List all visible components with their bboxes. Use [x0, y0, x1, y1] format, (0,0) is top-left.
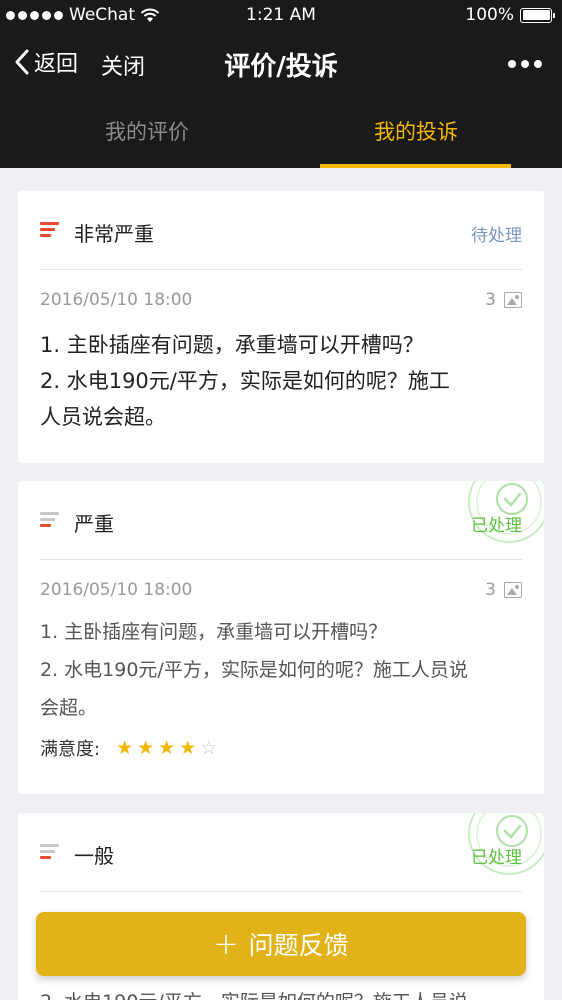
severity-icon [40, 844, 59, 860]
complaint-date: 2016/05/10 18:00 [40, 290, 193, 310]
battery-icon [520, 7, 555, 23]
status-badge: 待处理 [471, 226, 522, 246]
divider [40, 559, 522, 560]
star-filled-icon: ★ [137, 737, 155, 759]
feedback-button-label: 问题反馈 [248, 931, 349, 960]
plus-icon: + [213, 926, 239, 962]
severity-label: 严重 [74, 512, 114, 536]
description-line: 会超。 [40, 697, 98, 719]
complaint-card[interactable]: 严重 已处理 2016/05/10 18:00 3 1. 主卧插座有问题，承重墙… [18, 481, 544, 794]
navigation-bar: 返回 关闭 评价/投诉 [0, 32, 562, 96]
divider [40, 269, 522, 270]
complaint-card-header: 一般 已处理 [18, 813, 544, 891]
image-icon [504, 582, 522, 598]
status-bar: WeChat 1:21 AM 100% [0, 0, 562, 32]
severity-label: 一般 [74, 844, 114, 868]
description-line: 2. 水电190元/平方，实际是如何的呢？施工 [40, 369, 450, 393]
star-filled-icon: ★ [179, 737, 197, 759]
complaint-card[interactable]: 非常严重 待处理 2016/05/10 18:00 3 1. 主卧插座有问题，承… [18, 191, 544, 463]
status-badge: 已处理 [471, 516, 522, 536]
description-line: 2. 水电190元/平方，实际是如何的呢？施工人员说 [40, 659, 468, 681]
description-line: 人员说会超。 [40, 405, 166, 429]
satisfaction-rating: 满意度: ★ ★ ★ ★ ☆ [40, 735, 221, 761]
more-options-icon[interactable] [508, 60, 542, 68]
image-count[interactable]: 3 [485, 580, 522, 600]
page-title: 评价/投诉 [224, 52, 338, 82]
tab-bar: 我的评价 我的投诉 [0, 96, 562, 168]
star-rating: ★ ★ ★ ★ ☆ [116, 737, 221, 759]
severity-icon [40, 222, 59, 238]
severity-icon [40, 512, 59, 528]
complaint-card-header: 非常严重 待处理 [18, 191, 544, 269]
feedback-button[interactable]: + 问题反馈 [36, 912, 526, 976]
image-count-value: 3 [485, 580, 496, 600]
complaint-description: 1. 主卧插座有问题，承重墙可以开槽吗？ 2. 水电190元/平方，实际是如何的… [40, 327, 520, 435]
complaint-card-header: 严重 已处理 [18, 481, 544, 559]
satisfaction-label: 满意度: [40, 739, 101, 760]
active-tab-indicator [320, 164, 511, 168]
tab-my-reviews[interactable]: 我的评价 [47, 116, 247, 146]
star-filled-icon: ★ [158, 737, 176, 759]
battery-status: 100% [465, 5, 555, 25]
description-line: 1. 主卧插座有问题，承重墙可以开槽吗？ [40, 621, 388, 643]
battery-percent: 100% [465, 5, 514, 25]
star-empty-icon: ☆ [200, 737, 218, 759]
divider [40, 891, 522, 892]
complaint-description-line: 2. 水电190元/平方，实际是如何的呢？施工人员说 [40, 983, 520, 1000]
image-count-value: 3 [485, 290, 496, 310]
image-count[interactable]: 3 [485, 290, 522, 310]
severity-label: 非常严重 [74, 222, 154, 246]
tab-my-complaints[interactable]: 我的投诉 [316, 116, 516, 146]
complaint-date: 2016/05/10 18:00 [40, 580, 193, 600]
star-filled-icon: ★ [116, 737, 134, 759]
image-icon [504, 292, 522, 308]
description-line: 1. 主卧插座有问题，承重墙可以开槽吗？ [40, 333, 424, 357]
status-badge: 已处理 [471, 848, 522, 868]
complaint-description: 1. 主卧插座有问题，承重墙可以开槽吗？ 2. 水电190元/平方，实际是如何的… [40, 613, 520, 727]
